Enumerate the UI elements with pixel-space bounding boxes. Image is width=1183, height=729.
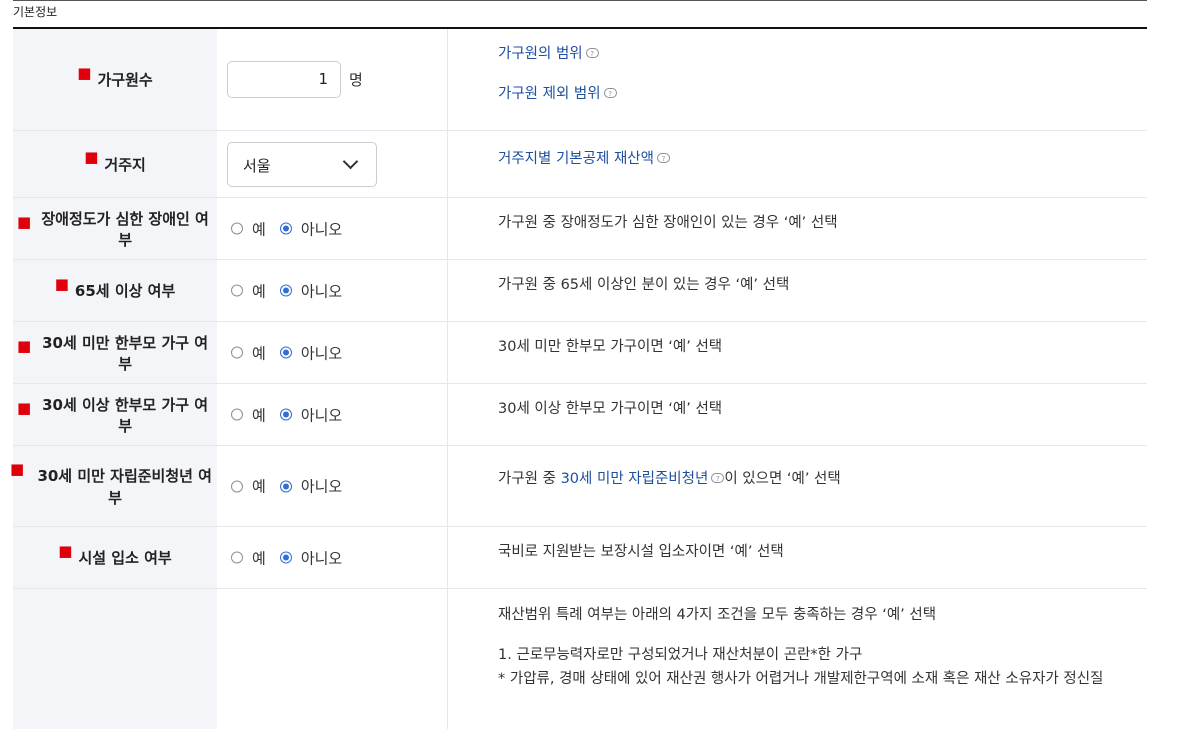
radio-group: 예 아니오 xyxy=(231,218,356,239)
residence-selected-value: 서울 xyxy=(243,157,271,175)
section-title-text: 기본정보 xyxy=(13,5,58,19)
label-household-size: 가구원수 xyxy=(97,71,153,89)
radio-no[interactable] xyxy=(279,222,292,235)
help-tooltip-icon[interactable]: ? xyxy=(585,48,599,58)
row-description: 가구원 중 30세 미만 자립준비청년? 이 있으면 ‘예’ 선택 xyxy=(498,471,841,487)
required-mark: ■ xyxy=(58,541,73,560)
required-mark: ■ xyxy=(17,336,32,355)
special-note-1: * 가압류, 경매 상태에 있어 재산권 행사가 어렵거나 개발제한구역에 소재… xyxy=(498,671,1104,687)
radio-group: 예 아니오 xyxy=(231,280,356,301)
radio-no[interactable] xyxy=(279,346,292,359)
link-independent-youth[interactable]: 30세 미만 자립준비청년 xyxy=(561,471,709,487)
label-independent-youth: 30세 미만 자립준비청년 여 xyxy=(37,467,212,485)
label-single-parent-under30: 30세 미만 한부모 가구 여부 xyxy=(42,333,209,373)
residence-select[interactable]: 서울 xyxy=(227,142,377,187)
row-label: ■ 가구원수 xyxy=(13,29,217,130)
chevron-down-icon xyxy=(342,153,359,170)
special-condition-1: 1. 근로무능력자로만 구성되었거나 재산처분이 곤란*한 가구 xyxy=(498,647,863,663)
radio-no[interactable] xyxy=(279,551,292,564)
row-severe-disability: ■ 장애정도가 심한 장애인 여부 예 아니오 가구원 중 장애정도가 심한 장… xyxy=(13,198,1147,260)
row-independent-youth: ■ 30세 미만 자립준비청년 여 부 예 아니오 가구원 중 30세 미만 자… xyxy=(10,446,1147,527)
row-single-parent-under30: ■ 30세 미만 한부모 가구 여부 예 아니오 30세 미만 한부모 가구이면… xyxy=(13,322,1147,384)
link-residence-deduction[interactable]: 거주지별 기본공제 재산액? xyxy=(498,147,670,168)
row-description: 가구원 중 장애정도가 심한 장애인이 있는 경우 ‘예’ 선택 xyxy=(498,215,838,231)
row-label: ■ 30세 이상 한부모 가구 여부 xyxy=(13,384,217,445)
radio-group: 예 아니오 xyxy=(231,342,356,363)
radio-group: 예 아니오 xyxy=(231,476,356,497)
unit-label: 명 xyxy=(349,71,363,89)
row-description: 국비로 지원받는 보장시설 입소자이면 ‘예’ 선택 xyxy=(498,544,784,560)
label-senior: 65세 이상 여부 xyxy=(74,282,176,300)
radio-yes[interactable] xyxy=(231,551,243,564)
help-tooltip-icon[interactable]: ? xyxy=(656,153,670,163)
row-label: ■ 장애정도가 심한 장애인 여부 xyxy=(13,198,217,259)
row-senior: ■ 65세 이상 여부 예 아니오 가구원 중 65세 이상인 분이 있는 경우… xyxy=(13,260,1147,322)
row-residence: ■ 거주지 서울 거주지별 기본공제 재산액? xyxy=(13,131,1147,198)
row-label: ■ 30세 미만 한부모 가구 여부 xyxy=(13,322,217,383)
radio-no[interactable] xyxy=(279,408,292,421)
required-mark: ■ xyxy=(17,212,32,231)
row-label: ■ 30세 미만 자립준비청년 여 부 xyxy=(10,446,217,526)
help-tooltip-icon[interactable]: ? xyxy=(711,473,725,483)
radio-group: 예 아니오 xyxy=(231,547,356,568)
required-mark: ■ xyxy=(54,274,69,293)
row-description: 30세 이상 한부모 가구이면 ‘예’ 선택 xyxy=(498,401,723,417)
row-description: 30세 미만 한부모 가구이면 ‘예’ 선택 xyxy=(498,339,723,355)
radio-group: 예 아니오 xyxy=(231,404,356,425)
row-label: ■ 시설 입소 여부 xyxy=(13,527,217,588)
radio-yes[interactable] xyxy=(231,480,243,492)
label-independent-youth-cont: 부 xyxy=(108,489,122,507)
form-table: ■ 가구원수 1 명 가구원의 범위? 가구원 제외 범위? ■ 거주지 서울 xyxy=(10,29,1147,729)
row-label: ■ 65세 이상 여부 xyxy=(13,260,217,321)
section-title: 기본정보 xyxy=(13,0,1147,29)
row-label xyxy=(13,589,217,729)
row-asset-special: 재산범위 특례 여부는 아래의 4가지 조건을 모두 충족하는 경우 ‘예’ 선… xyxy=(13,589,1147,729)
radio-yes[interactable] xyxy=(231,346,243,359)
row-single-parent-over30: ■ 30세 이상 한부모 가구 여부 예 아니오 30세 이상 한부모 가구이면… xyxy=(13,384,1147,446)
radio-yes[interactable] xyxy=(231,408,243,421)
label-residence: 거주지 xyxy=(104,155,146,174)
row-label: ■ 거주지 xyxy=(13,131,217,197)
special-intro: 재산범위 특례 여부는 아래의 4가지 조건을 모두 충족하는 경우 ‘예’ 선… xyxy=(498,607,937,623)
required-mark: ■ xyxy=(77,63,92,82)
link-household-exclusion[interactable]: 가구원 제외 범위? xyxy=(498,82,617,103)
radio-yes[interactable] xyxy=(231,222,243,235)
label-single-parent-over30: 30세 이상 한부모 가구 여부 xyxy=(42,395,209,435)
link-household-scope[interactable]: 가구원의 범위? xyxy=(498,42,599,63)
radio-no[interactable] xyxy=(279,480,292,492)
required-mark: ■ xyxy=(10,460,25,478)
household-size-input[interactable]: 1 xyxy=(227,61,341,98)
radio-yes[interactable] xyxy=(231,284,243,297)
row-household-size: ■ 가구원수 1 명 가구원의 범위? 가구원 제외 범위? xyxy=(13,29,1147,131)
required-mark: ■ xyxy=(84,148,99,166)
label-facility: 시설 입소 여부 xyxy=(78,549,172,567)
help-tooltip-icon[interactable]: ? xyxy=(603,88,617,98)
label-severe-disability: 장애정도가 심한 장애인 여부 xyxy=(41,209,209,249)
required-mark: ■ xyxy=(17,398,32,417)
radio-no[interactable] xyxy=(279,284,292,297)
row-facility: ■ 시설 입소 여부 예 아니오 국비로 지원받는 보장시설 입소자이면 ‘예’… xyxy=(13,527,1147,589)
row-description: 가구원 중 65세 이상인 분이 있는 경우 ‘예’ 선택 xyxy=(498,277,790,293)
